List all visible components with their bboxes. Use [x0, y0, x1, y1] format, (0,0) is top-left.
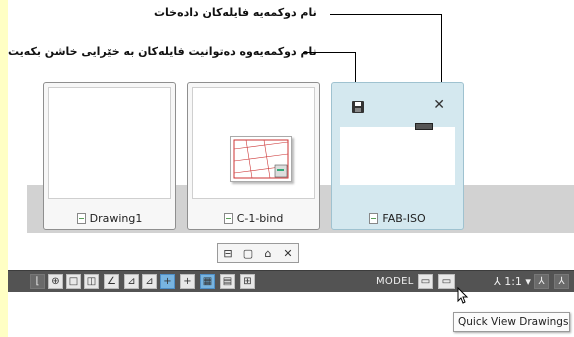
osnap-icon[interactable]: ∠ [104, 274, 119, 289]
sheet-preview-drawing [233, 139, 289, 179]
drawing-file-icon [369, 212, 379, 224]
drawing-preview [192, 87, 315, 199]
save-icon[interactable] [352, 101, 364, 113]
drawing-preview: ✕ [336, 87, 459, 199]
drawing-preview-canvas [340, 127, 455, 185]
annotation-scale-dropdown[interactable]: ⅄ 1:1 ▾ [494, 274, 531, 290]
drawing-thumbnail[interactable]: C-1-bind [187, 82, 320, 230]
open-folder-icon[interactable]: ⌂ [261, 246, 275, 260]
close-callout-leader-h [330, 14, 441, 15]
selection-cycling-icon[interactable]: ⊞ [240, 274, 255, 289]
auto-scale-icon[interactable]: ⅄ [554, 274, 569, 289]
drawing-file-icon [76, 212, 86, 224]
quick-view-drawings-icon[interactable]: ▭ [438, 274, 455, 289]
annotation-strip [0, 0, 8, 337]
drawing-thumbnail[interactable]: Drawing1 [43, 82, 176, 230]
close-callout-text: نام دوکمەیە فایلەکان دادەخات [154, 6, 317, 19]
drawing-label: FAB-ISO [382, 211, 426, 225]
dynamic-input-icon[interactable]: + [160, 274, 175, 289]
drawing-preview [48, 87, 171, 199]
object-snap-tracking-icon[interactable]: ⊿ [124, 274, 139, 289]
annotation-visibility-icon[interactable]: ⅄ [534, 274, 549, 289]
save-callout-leader-h [303, 52, 355, 53]
save-callout-text: نام دوکمەیەوە دەتوانیت فایلەکان بە خێرای… [8, 45, 317, 58]
new-drawing-icon[interactable]: ▢ [241, 246, 255, 260]
status-bar: ⌊ ⊕ □ ◫ ∠ ⊿ ⊿ + + ▦ ▤ ⊞ MODEL ▭ ▭ ⅄ 1:1 … [8, 270, 574, 292]
tooltip: Quick View Drawings [453, 312, 570, 332]
drawing-thumbnail-toolbar: ⊟ ▢ ⌂ ✕ [217, 243, 299, 263]
drawing-label: C-1-bind [236, 211, 284, 225]
transparency-icon[interactable]: ▦ [200, 274, 215, 289]
drawing-label: Drawing1 [89, 211, 143, 225]
grid-display-icon[interactable]: ⊕ [48, 274, 63, 289]
sheet-preview [230, 136, 292, 182]
drawing-label-row: FAB-ISO [332, 207, 463, 229]
pin-icon[interactable]: ⊟ [221, 246, 235, 260]
close-icon[interactable]: ✕ [433, 98, 445, 112]
drawing-file-icon [223, 212, 233, 224]
dynamic-ucs-icon[interactable]: ⊿ [142, 274, 157, 289]
lineweight-icon[interactable]: + [180, 274, 195, 289]
ortho-icon[interactable]: □ [66, 274, 81, 289]
snap-mode-icon[interactable]: ⌊ [30, 274, 45, 289]
model-space-label[interactable]: MODEL [376, 274, 414, 290]
drawing-thumbnail-active[interactable]: ✕ FAB-ISO [331, 82, 464, 230]
drawing-label-row: Drawing1 [44, 207, 175, 229]
quick-view-drawings-panel: Drawing1 C-1-bind ✕ FAB-ISO [27, 80, 544, 230]
close-icon[interactable]: ✕ [281, 246, 295, 260]
drawing-label-row: C-1-bind [188, 207, 319, 229]
title-block-preview [415, 123, 433, 130]
mouse-cursor-icon [457, 287, 469, 304]
quick-view-layouts-icon[interactable]: ▭ [418, 274, 433, 289]
quick-properties-icon[interactable]: ▤ [220, 274, 235, 289]
polar-tracking-icon[interactable]: ◫ [84, 274, 99, 289]
